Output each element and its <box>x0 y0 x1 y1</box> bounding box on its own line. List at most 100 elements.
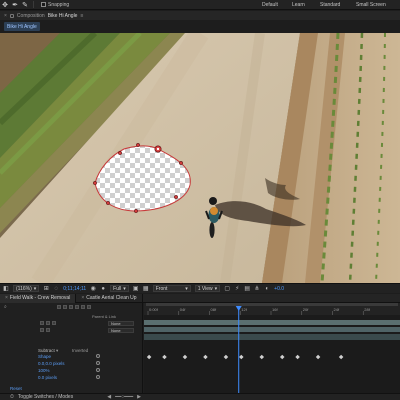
inverted-label: Inverted <box>72 348 89 353</box>
column-header-row: Parent & Link <box>0 313 143 319</box>
zoom-slider[interactable]: ━━○━━━ <box>115 394 133 400</box>
3d-view-dropdown[interactable]: Front ▾ <box>152 285 191 292</box>
composition-viewer[interactable] <box>0 33 400 283</box>
flowchart-icon[interactable]: ⋔ <box>254 286 260 292</box>
eye-icon[interactable] <box>40 321 44 325</box>
mask-shape-link[interactable]: Shape <box>38 354 51 359</box>
draft-3d-icon[interactable] <box>62 305 67 309</box>
toolbar-divider <box>33 1 34 8</box>
keyframe-diamond[interactable] <box>338 354 344 360</box>
resolution-dropdown[interactable]: Full ▾ <box>110 285 129 292</box>
keyframe-diamond[interactable] <box>203 354 208 360</box>
layer-bar-3[interactable] <box>144 334 400 340</box>
motion-blur-icon[interactable] <box>80 305 85 309</box>
zoom-in-icon[interactable]: ▶ <box>137 394 141 400</box>
layer-bar-1[interactable] <box>144 320 400 325</box>
toggle-switches-modes[interactable]: Toggle Switches / Modes <box>18 394 73 400</box>
eye-icon[interactable] <box>40 328 44 332</box>
frame-blending-icon[interactable] <box>74 305 79 309</box>
mask-opacity-value[interactable]: 100% <box>38 368 50 373</box>
layer-row-1[interactable]: None <box>0 320 143 326</box>
shy-layers-icon[interactable] <box>68 305 73 309</box>
grid-icon[interactable]: ⊞ <box>43 286 49 292</box>
close-tab-icon[interactable]: × <box>81 295 84 301</box>
keyframe-diamond[interactable] <box>315 354 321 360</box>
keyframe-diamond[interactable] <box>162 354 167 360</box>
timeline-icon[interactable]: ▤ <box>244 286 250 292</box>
current-timecode[interactable]: 0;11;14;11 <box>63 286 86 292</box>
render-time-icon[interactable]: ⏱ <box>10 394 14 400</box>
magnification-value: (116%) <box>16 285 32 292</box>
timeline-search-icon[interactable]: ⌕ <box>4 304 7 310</box>
tab-label: Castle Aerial Clean Up <box>86 295 137 301</box>
lock-icon[interactable] <box>9 13 14 18</box>
panel-menu-icon[interactable]: ≡ <box>80 13 83 19</box>
toggle-pixel-aspect-icon[interactable]: ▢ <box>224 286 230 292</box>
keyframe-diamond[interactable] <box>146 354 152 360</box>
selection-tool-icon[interactable]: ✥ <box>0 0 10 10</box>
snapshot-camera-icon[interactable]: ◉ <box>90 286 96 292</box>
opacity-stopwatch-icon[interactable] <box>96 368 100 372</box>
solo-icon[interactable] <box>46 328 50 332</box>
timeline-graph[interactable]: 0:00f 04f 08f 12f 16f 20f 24f 28f <box>144 303 400 393</box>
reset-exposure-icon[interactable]: ◐ <box>264 286 270 292</box>
feather-stopwatch-icon[interactable] <box>96 361 100 365</box>
composition-panel-header: × Composition Bike Hi Angle ≡ <box>0 11 400 20</box>
composition-tab[interactable]: Bike Hi Angle <box>4 22 40 31</box>
reset-link[interactable]: Reset <box>10 386 22 391</box>
close-panel-icon[interactable]: × <box>4 13 7 19</box>
snapping-toggle[interactable]: Snapping <box>41 2 69 8</box>
chevron-down-icon: ▾ <box>185 285 188 292</box>
keyframe-diamond[interactable] <box>295 354 300 360</box>
preview-toggle-icon[interactable]: ◧ <box>3 286 9 292</box>
view-layout-dropdown[interactable]: 1 View ▾ <box>194 285 221 292</box>
transparency-grid-icon[interactable]: ▦ <box>143 286 149 292</box>
graph-editor-icon[interactable] <box>86 305 91 309</box>
mask-feather-value[interactable]: 0.0,0.0 pixels <box>38 361 65 366</box>
zoom-out-icon[interactable]: ◀ <box>107 394 111 400</box>
parent-dropdown[interactable]: None <box>108 327 134 333</box>
lock-icon[interactable] <box>52 321 56 325</box>
ruler-label: 0:00f <box>149 307 159 312</box>
workspace-default[interactable]: Default <box>262 2 278 8</box>
mask-expansion-value[interactable]: 0.0 pixels <box>38 375 57 380</box>
tab-field-walk[interactable]: × Field Walk - Crew Removal <box>0 293 77 303</box>
resolution-value: Full <box>113 285 122 292</box>
snapping-checkbox[interactable] <box>41 2 46 7</box>
expansion-stopwatch-icon[interactable] <box>96 375 100 379</box>
show-channel-icon[interactable]: ● <box>100 286 106 292</box>
parent-link-header: Parent & Link <box>92 313 117 319</box>
parent-value: None <box>111 320 121 326</box>
tab-castle-aerial[interactable]: × Castle Aerial Clean Up <box>76 293 143 303</box>
timeline-panel: ⌕ Parent & Link None None Subtract ▾ Inv… <box>0 303 400 393</box>
timeline-bottom-bar: ⏱ Toggle Switches / Modes ◀ ━━○━━━ ▶ <box>0 393 400 400</box>
snapping-label: Snapping <box>48 1 70 8</box>
parent-dropdown[interactable]: None <box>108 320 134 326</box>
magnification-dropdown[interactable]: (116%) ▾ <box>13 285 40 292</box>
fast-previews-icon[interactable]: ⚡ <box>234 286 240 292</box>
mask-visibility-icon[interactable]: ◌ <box>53 286 59 292</box>
workspace-small-screen[interactable]: Small Screen <box>356 2 386 8</box>
shape-stopwatch-icon[interactable] <box>96 354 100 358</box>
workspace-learn[interactable]: Learn <box>292 2 305 8</box>
region-of-interest-icon[interactable]: ▣ <box>133 286 139 292</box>
keyframe-diamond[interactable] <box>259 354 265 360</box>
keyframe-diamond[interactable] <box>182 354 188 360</box>
workspace-standard[interactable]: Standard <box>320 2 340 8</box>
mask-mode-value: Subtract <box>38 348 55 353</box>
solo-icon[interactable] <box>46 321 50 325</box>
comp-mini-flowchart-icon[interactable] <box>56 305 61 309</box>
close-tab-icon[interactable]: × <box>5 295 8 301</box>
layer-bar-2[interactable] <box>144 327 400 332</box>
switch-icons <box>56 305 91 309</box>
keyframe-diamond[interactable] <box>239 354 244 360</box>
keyframe-diamond[interactable] <box>223 354 229 360</box>
puppet-pin-tool-icon[interactable]: ✎ <box>20 0 30 10</box>
layer-row-2[interactable]: None <box>0 327 143 333</box>
work-area-bar[interactable] <box>146 303 398 306</box>
exposure-value[interactable]: +0.0 <box>274 286 284 292</box>
pen-tool-icon[interactable]: ✒ <box>10 0 20 10</box>
keyframe-diamond[interactable] <box>279 354 285 360</box>
timeline-tabs: × Field Walk - Crew Removal × Castle Aer… <box>0 293 400 303</box>
chevron-down-icon: ▾ <box>214 285 218 292</box>
